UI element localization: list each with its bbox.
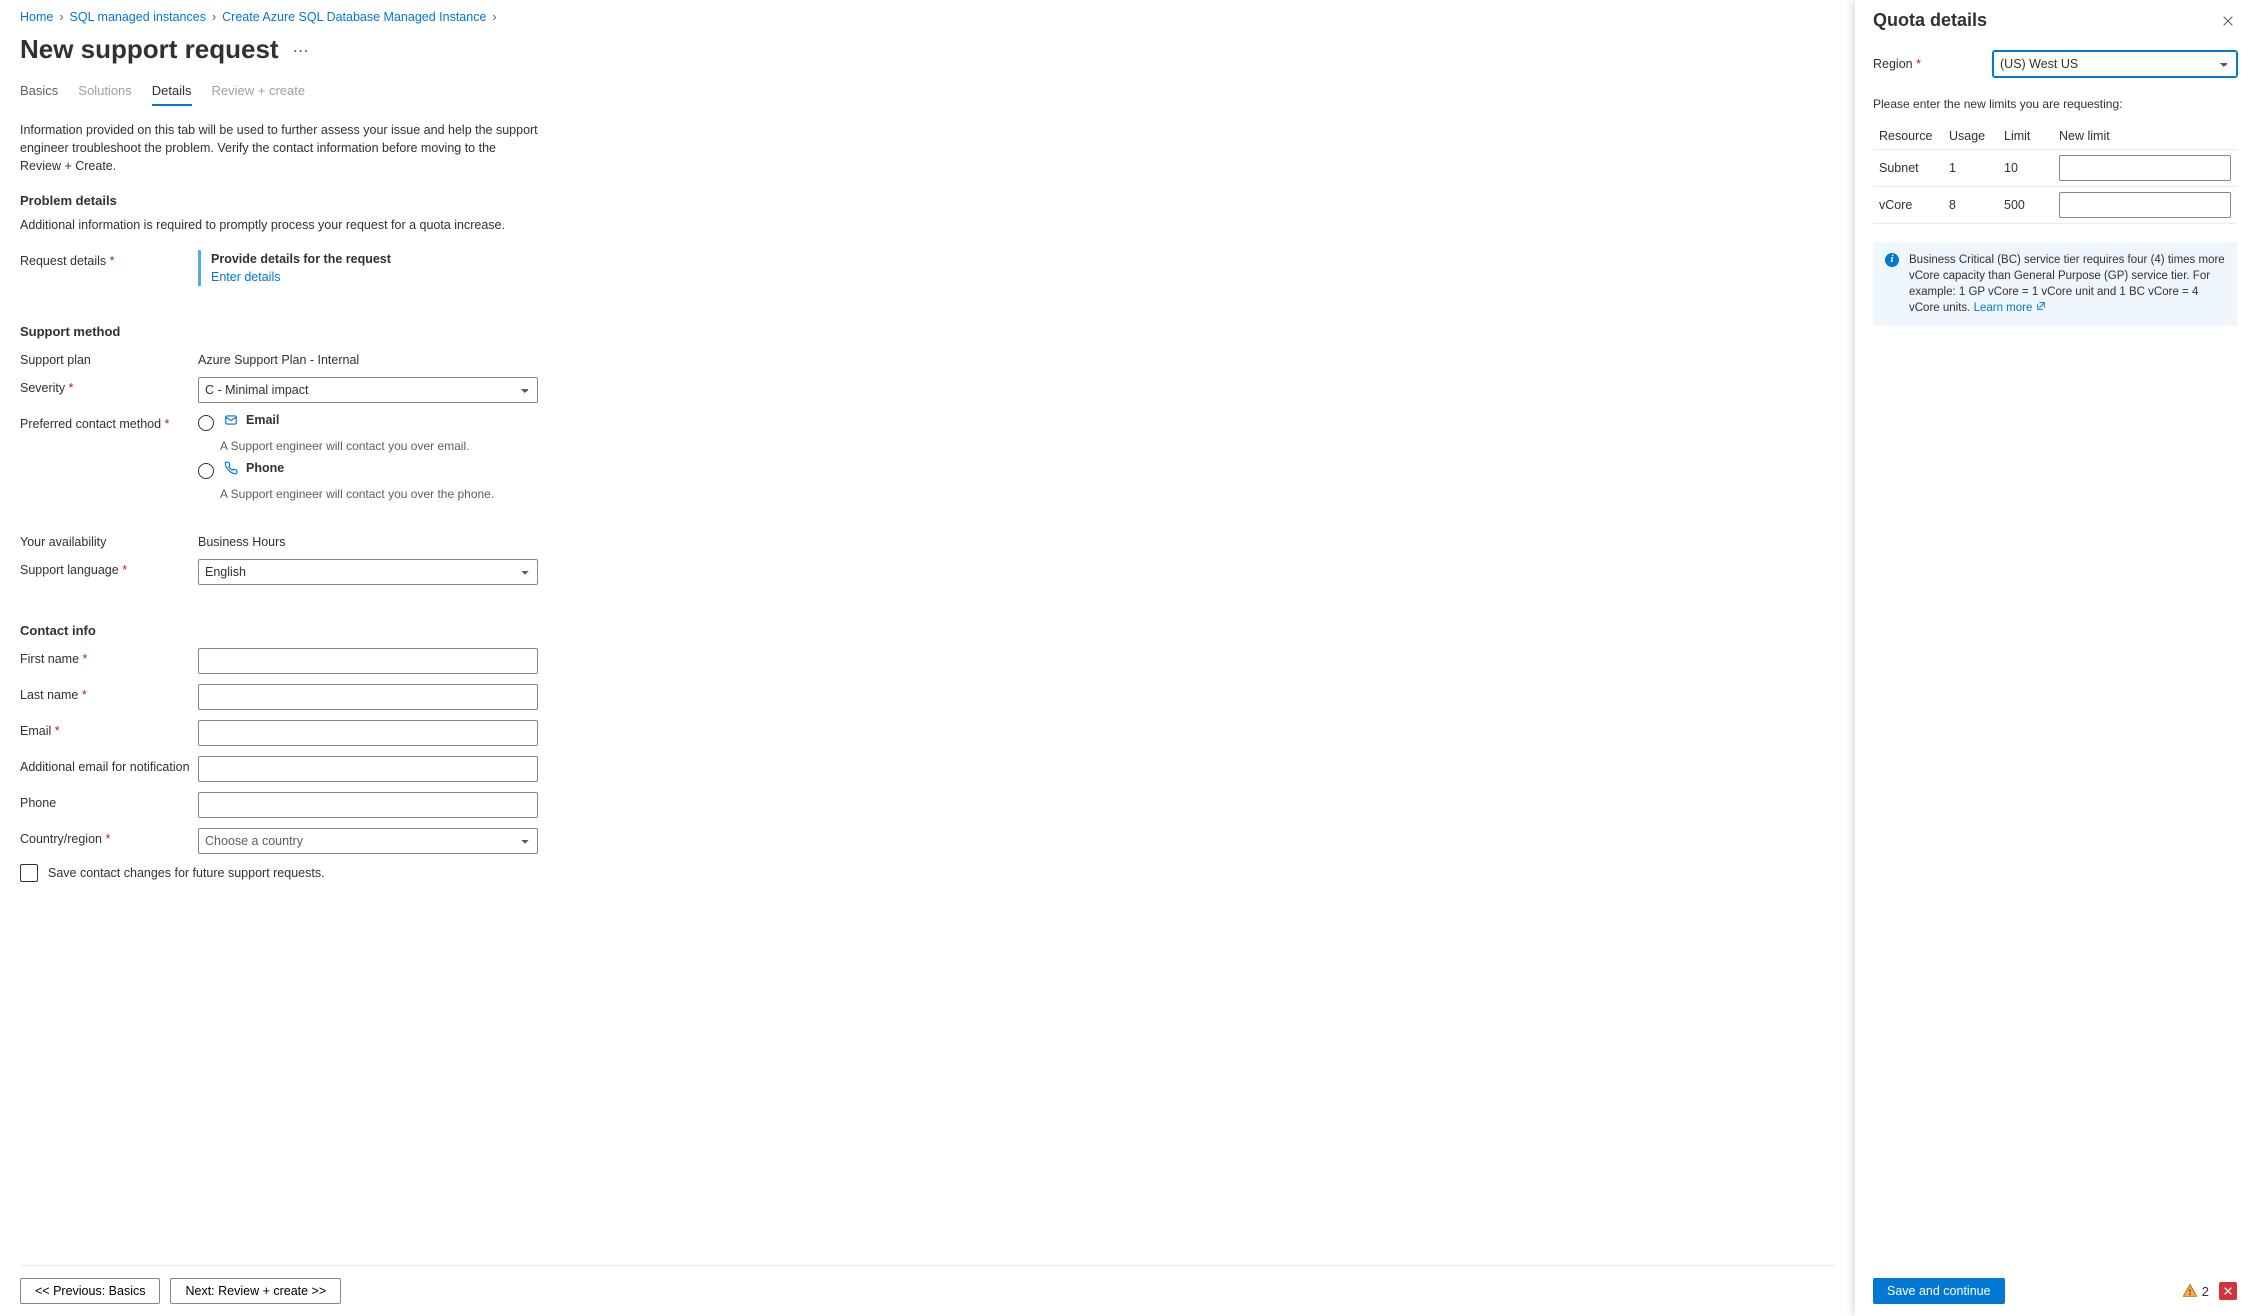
info-text: Business Critical (BC) service tier requ…	[1909, 254, 2225, 314]
warning-icon	[2182, 1283, 2198, 1299]
contact-info-heading: Contact info	[20, 623, 1835, 638]
page-title: New support request	[20, 34, 279, 65]
chevron-right-icon: ›	[59, 10, 63, 24]
region-select[interactable]: (US) West US	[1993, 51, 2237, 77]
col-usage: Usage	[1943, 123, 1998, 150]
availability-value: Business Hours	[198, 531, 538, 549]
mail-icon	[224, 413, 238, 427]
radio-email-desc: A Support engineer will contact you over…	[220, 439, 538, 453]
save-contact-checkbox[interactable]	[20, 864, 38, 882]
close-icon[interactable]	[2219, 12, 2237, 30]
provide-details-title: Provide details for the request	[211, 252, 538, 266]
chevron-right-icon: ›	[212, 10, 216, 24]
breadcrumb-sql-mi[interactable]: SQL managed instances	[70, 10, 206, 24]
email-field[interactable]	[198, 720, 538, 746]
additional-email-label: Additional email for notification	[20, 756, 198, 774]
cell-resource: Subnet	[1873, 150, 1943, 187]
radio-email[interactable]	[198, 415, 214, 431]
language-label: Support language *	[20, 559, 198, 577]
newlimit-subnet-input[interactable]	[2059, 155, 2231, 181]
additional-email-field[interactable]	[198, 756, 538, 782]
cell-usage: 1	[1943, 150, 1998, 187]
radio-phone-label: Phone	[246, 461, 284, 475]
radio-email-label: Email	[246, 413, 279, 427]
support-plan-value: Azure Support Plan - Internal	[198, 349, 538, 367]
support-method-heading: Support method	[20, 324, 1835, 339]
phone-label: Phone	[20, 792, 198, 810]
tab-review[interactable]: Review + create	[212, 79, 306, 106]
next-button[interactable]: Next: Review + create >>	[170, 1278, 341, 1304]
col-limit: Limit	[1998, 123, 2053, 150]
provide-details-box: Provide details for the request Enter de…	[198, 250, 538, 286]
quota-table: Resource Usage Limit New limit Subnet 1 …	[1873, 123, 2237, 224]
info-box: i Business Critical (BC) service tier re…	[1873, 242, 2237, 326]
problem-details-heading: Problem details	[20, 193, 1835, 208]
footer-bar: << Previous: Basics Next: Review + creat…	[20, 1265, 1835, 1316]
col-resource: Resource	[1873, 123, 1943, 150]
table-row: Subnet 1 10	[1873, 150, 2237, 187]
email-label: Email *	[20, 720, 198, 738]
cell-limit: 500	[1998, 187, 2053, 224]
previous-button[interactable]: << Previous: Basics	[20, 1278, 160, 1304]
cell-usage: 8	[1943, 187, 1998, 224]
country-select[interactable]: Choose a country	[198, 828, 538, 854]
phone-icon	[224, 461, 238, 475]
breadcrumb-create-mi[interactable]: Create Azure SQL Database Managed Instan…	[222, 10, 486, 24]
more-icon[interactable]: ⋯	[293, 41, 309, 61]
problem-details-sub: Additional information is required to pr…	[20, 218, 1835, 232]
save-contact-label: Save contact changes for future support …	[48, 866, 325, 880]
external-link-icon	[2036, 301, 2046, 311]
panel-title: Quota details	[1873, 10, 1987, 31]
radio-phone[interactable]	[198, 463, 214, 479]
learn-more-link[interactable]: Learn more	[1974, 302, 2046, 314]
error-close-icon[interactable]	[2219, 1282, 2237, 1300]
breadcrumb: Home › SQL managed instances › Create Az…	[20, 8, 1835, 32]
breadcrumb-home[interactable]: Home	[20, 10, 53, 24]
country-label: Country/region *	[20, 828, 198, 846]
tab-details[interactable]: Details	[152, 79, 192, 106]
first-name-field[interactable]	[198, 648, 538, 674]
language-select[interactable]: English	[198, 559, 538, 585]
phone-field[interactable]	[198, 792, 538, 818]
severity-label: Severity *	[20, 377, 198, 395]
quota-details-panel: Quota details Region * (US) West US Plea…	[1855, 0, 2255, 1316]
panel-instruction: Please enter the new limits you are requ…	[1873, 97, 2237, 111]
request-details-label: Request details *	[20, 250, 198, 268]
availability-label: Your availability	[20, 531, 198, 549]
tab-basics[interactable]: Basics	[20, 79, 58, 106]
last-name-label: Last name *	[20, 684, 198, 702]
contact-method-label: Preferred contact method *	[20, 413, 198, 431]
intro-text: Information provided on this tab will be…	[20, 121, 540, 175]
table-row: vCore 8 500	[1873, 187, 2237, 224]
cell-resource: vCore	[1873, 187, 1943, 224]
tabs: Basics Solutions Details Review + create	[20, 79, 1835, 107]
newlimit-vcore-input[interactable]	[2059, 192, 2231, 218]
region-label: Region *	[1873, 57, 1993, 71]
warning-count: 2	[2202, 1284, 2209, 1299]
chevron-right-icon: ›	[492, 10, 496, 24]
col-newlimit: New limit	[2053, 123, 2237, 150]
info-icon: i	[1885, 253, 1899, 267]
severity-select[interactable]: C - Minimal impact	[198, 377, 538, 403]
cell-limit: 10	[1998, 150, 2053, 187]
first-name-label: First name *	[20, 648, 198, 666]
save-continue-button[interactable]: Save and continue	[1873, 1278, 2005, 1304]
last-name-field[interactable]	[198, 684, 538, 710]
enter-details-link[interactable]: Enter details	[211, 270, 538, 284]
tab-solutions[interactable]: Solutions	[78, 79, 131, 106]
support-plan-label: Support plan	[20, 349, 198, 367]
radio-phone-desc: A Support engineer will contact you over…	[220, 487, 538, 501]
